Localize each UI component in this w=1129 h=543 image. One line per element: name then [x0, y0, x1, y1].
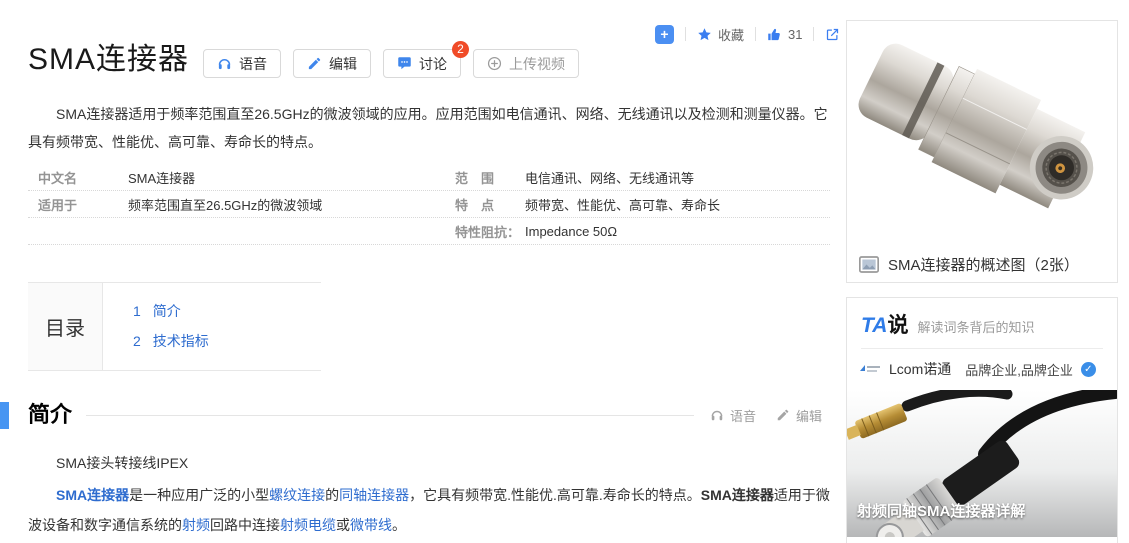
picture-icon — [859, 256, 879, 273]
article-text: 的 — [325, 487, 339, 503]
infobox-row: 适用于 频率范围直至26.5GHz的微波领域 特 点 频带宽、性能优、高可靠、寿… — [28, 191, 830, 218]
upload-video-button[interactable]: 上传视频 — [473, 49, 579, 78]
infobox-value: 电信通讯、网络、无线通讯等 — [525, 168, 830, 187]
toc-item-label: 技术指标 — [153, 326, 209, 356]
article-text: 或 — [336, 517, 350, 533]
section-actions: 语音 编辑 — [710, 406, 822, 425]
like-action[interactable]: 31 — [767, 27, 802, 42]
tashuo-logo-ta: TA — [861, 314, 887, 337]
tashuo-header: TA说 解读词条背后的知识 — [847, 298, 1117, 348]
share-icon — [825, 27, 840, 42]
overview-photo-card: SMA连接器的概述图（2张） — [846, 20, 1118, 283]
voice-button[interactable]: 语音 — [203, 49, 281, 78]
entry-link[interactable]: 微带线 — [350, 517, 392, 533]
star-icon — [697, 27, 712, 42]
infobox-row: 特性阻抗： Impedance 50Ω — [28, 218, 830, 245]
infobox-label: 特性阻抗： — [455, 222, 525, 241]
tashuo-logo: TA说 — [861, 309, 908, 339]
toc-list: 1 简介 2 技术指标 — [103, 283, 209, 370]
chat-bubble-icon — [397, 56, 412, 71]
page-title: SMA连接器 — [28, 38, 189, 82]
headphones-icon — [217, 56, 232, 71]
article-text: 是一种应用广泛的小型 — [129, 487, 269, 503]
voice-button-label: 语音 — [239, 54, 267, 74]
toc-title: 目录 — [28, 283, 103, 370]
discuss-count-badge: 2 — [452, 41, 469, 58]
article-text: 回路中连接 — [210, 517, 280, 533]
entry-link[interactable]: 射频 — [182, 517, 210, 533]
table-of-contents: 目录 1 简介 2 技术指标 — [28, 282, 321, 371]
header-buttons: 语音 编辑 讨论 2 上传视频 — [203, 49, 579, 78]
brand-row[interactable]: Lcom诺通 品牌企业,品牌企业 ✓ — [847, 349, 1117, 390]
pencil-icon — [776, 408, 790, 422]
photo-caption[interactable]: SMA连接器的概述图（2张） — [847, 246, 1117, 282]
section-title: 简介 — [28, 400, 72, 430]
infobox-row: 中文名 SMA连接器 范 围 电信通讯、网络、无线通讯等 — [28, 164, 830, 191]
plus-circle-icon — [487, 56, 502, 71]
check-badge-icon: ✓ — [1081, 362, 1096, 377]
infobox-value: 频带宽、性能优、高可靠、寿命长 — [525, 195, 830, 214]
tashuo-logo-shuo: 说 — [887, 314, 908, 337]
section-voice-label: 语音 — [730, 406, 756, 425]
discuss-button-label: 讨论 — [419, 54, 447, 74]
lcom-logo — [859, 363, 881, 375]
favorite-action[interactable]: 收藏 — [697, 25, 744, 44]
connector-photo[interactable] — [847, 21, 1117, 246]
edit-button[interactable]: 编辑 — [293, 49, 371, 78]
thumbs-up-icon — [767, 27, 782, 42]
infobox-table: 中文名 SMA连接器 范 围 电信通讯、网络、无线通讯等 适用于 频率范围直至2… — [28, 164, 830, 245]
toc-item-number: 2 — [133, 326, 141, 356]
headphones-icon — [710, 408, 724, 422]
infobox-label: 特 点 — [455, 195, 525, 214]
toc-item-label: 简介 — [153, 296, 181, 326]
entry-link[interactable]: 螺纹连接 — [269, 487, 325, 503]
entry-link[interactable]: 射频电缆 — [280, 517, 336, 533]
brand-tags: 品牌企业,品牌企业 — [965, 360, 1073, 379]
video-title-overlay: 射频同轴SMA连接器详解 — [857, 500, 1025, 521]
article-paragraph: SMA连接器是一种应用广泛的小型螺纹连接的同轴连接器，它具有频带宽.性能优.高可… — [28, 480, 830, 540]
section-header-intro: 简介 语音 编辑 — [0, 400, 830, 430]
infobox-value: Impedance 50Ω — [525, 224, 830, 239]
edit-button-label: 编辑 — [329, 54, 357, 74]
infobox-value: 频率范围直至26.5GHz的微波领域 — [128, 195, 455, 214]
upload-video-label: 上传视频 — [509, 54, 565, 74]
toc-item-specs[interactable]: 2 技术指标 — [133, 326, 209, 356]
article-line: SMA接头转接线IPEX — [28, 453, 830, 473]
pencil-icon — [307, 56, 322, 71]
divider — [755, 27, 756, 41]
toc-item-number: 1 — [133, 296, 141, 326]
toc-item-intro[interactable]: 1 简介 — [133, 296, 209, 326]
sma-connector-illustration — [847, 21, 1117, 238]
section-edit-label: 编辑 — [796, 406, 822, 425]
entry-link[interactable]: SMA连接器 — [56, 487, 129, 503]
section-voice-action[interactable]: 语音 — [710, 406, 756, 425]
article-text: 。 — [392, 517, 406, 533]
like-count: 31 — [788, 27, 802, 42]
entry-header: SMA连接器 语音 编辑 讨论 2 上传视频 — [28, 38, 579, 82]
tashuo-video-thumbnail[interactable]: 射频同轴SMA连接器详解 — [847, 390, 1117, 537]
article-text: ，它具有频带宽.性能优.高可靠.寿命长的特点。 — [409, 487, 701, 503]
tashuo-card: TA说 解读词条背后的知识 Lcom诺通 品牌企业,品牌企业 ✓ — [846, 297, 1118, 543]
baike-entry-page: SMA连接器 语音 编辑 讨论 2 上传视频 + — [0, 0, 1129, 543]
tashuo-subtitle: 解读词条背后的知识 — [917, 317, 1034, 336]
article-bold-text: SMA连接器 — [701, 487, 774, 503]
divider — [685, 27, 686, 41]
infobox-label: 适用于 — [38, 195, 128, 214]
section-edit-action[interactable]: 编辑 — [776, 406, 822, 425]
divider — [813, 27, 814, 41]
section-divider-line — [86, 415, 694, 416]
entry-link[interactable]: 同轴连接器 — [339, 487, 409, 503]
infobox-label: 中文名 — [38, 168, 128, 187]
photo-caption-label: SMA连接器的概述图（2张） — [888, 254, 1079, 275]
favorite-label: 收藏 — [718, 25, 744, 44]
social-actions: + 收藏 31 8 — [655, 24, 854, 44]
section-marker-bar — [0, 402, 9, 429]
intro-paragraph: SMA连接器适用于频率范围直至26.5GHz的微波领域的应用。应用范围如电信通讯… — [28, 100, 830, 156]
infobox-value: SMA连接器 — [128, 168, 455, 187]
brand-name: Lcom诺通 — [889, 359, 951, 379]
infobox-label: 范 围 — [455, 168, 525, 187]
discuss-button[interactable]: 讨论 2 — [383, 49, 461, 78]
add-square-icon[interactable]: + — [655, 25, 674, 44]
